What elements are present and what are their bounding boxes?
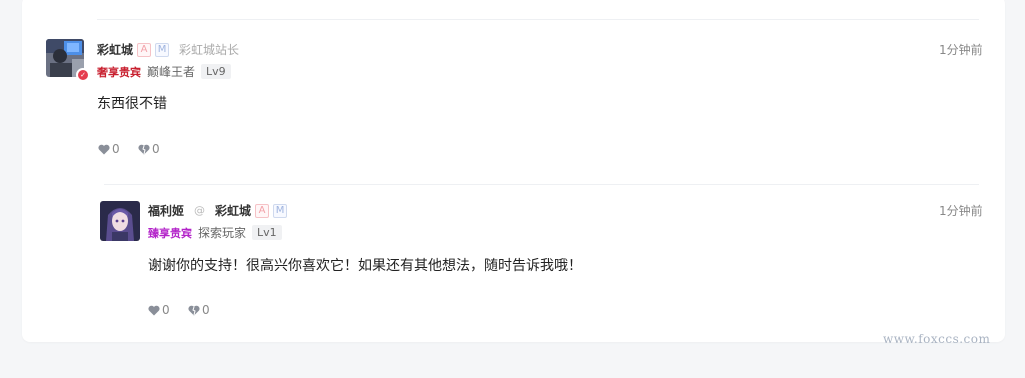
broken-heart-icon bbox=[138, 144, 150, 154]
comment-1-header: 彩虹城 A M 彩虹城站长 bbox=[97, 41, 239, 58]
dislike-count: 0 bbox=[152, 142, 160, 156]
reply-to-username[interactable]: 彩虹城 bbox=[215, 202, 251, 219]
comment-content: 东西很不错 bbox=[97, 96, 167, 112]
admin-badge: A bbox=[255, 203, 270, 218]
dislike-button[interactable]: 0 bbox=[138, 142, 160, 156]
moderator-badge: M bbox=[155, 42, 170, 57]
rank-title: 探索玩家 bbox=[198, 226, 247, 240]
verified-badge-icon: ✓ bbox=[76, 68, 90, 82]
username[interactable]: 福利姬 bbox=[148, 202, 184, 219]
like-count: 0 bbox=[112, 142, 120, 156]
vip-label: 奢享贵宾 bbox=[97, 65, 141, 79]
level-badge: Lv1 bbox=[252, 225, 282, 240]
level-badge: Lv9 bbox=[201, 64, 231, 79]
reply-time: 1分钟前 bbox=[939, 204, 983, 218]
like-count: 0 bbox=[162, 303, 170, 317]
comment-time: 1分钟前 bbox=[939, 43, 983, 57]
user-role: 彩虹城站长 bbox=[179, 43, 240, 57]
reply-content: 谢谢你的支持！很高兴你喜欢它！如果还有其他想法，随时告诉我哦！ bbox=[148, 258, 582, 274]
at-symbol: @ bbox=[194, 204, 206, 217]
username[interactable]: 彩虹城 bbox=[97, 41, 133, 58]
reply-meta: 臻享贵宾 探索玩家 Lv1 bbox=[148, 224, 282, 241]
admin-badge: A bbox=[137, 42, 152, 57]
moderator-badge: M bbox=[273, 203, 288, 218]
heart-icon bbox=[148, 305, 160, 315]
watermark: www.foxccs.com bbox=[883, 332, 991, 346]
like-button[interactable]: 0 bbox=[148, 303, 170, 317]
heart-icon bbox=[98, 144, 110, 154]
rank-title: 巅峰王者 bbox=[147, 65, 196, 79]
reply-divider bbox=[104, 184, 979, 185]
dislike-count: 0 bbox=[202, 303, 210, 317]
like-button[interactable]: 0 bbox=[98, 142, 120, 156]
broken-heart-icon bbox=[188, 305, 200, 315]
reply-header: 福利姬 @ 彩虹城 A M bbox=[148, 202, 288, 219]
comment-1-meta: 奢享贵宾 巅峰王者 Lv9 bbox=[97, 63, 231, 80]
top-divider bbox=[97, 19, 979, 20]
anime-girl-avatar[interactable] bbox=[100, 201, 140, 241]
dislike-button[interactable]: 0 bbox=[188, 303, 210, 317]
vip-label: 臻享贵宾 bbox=[148, 226, 192, 240]
